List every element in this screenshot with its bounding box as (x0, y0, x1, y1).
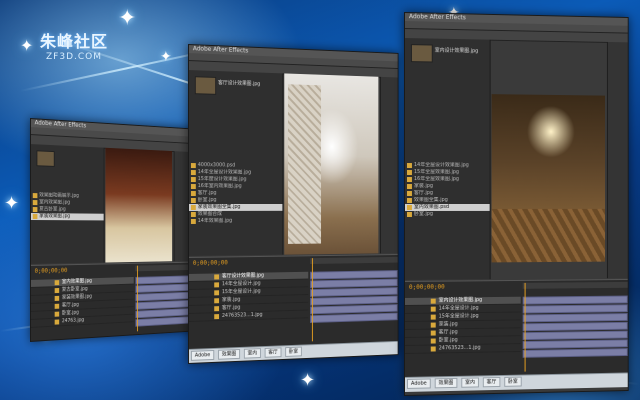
project-item-selected[interactable]: 室内效果图.psd (404, 204, 490, 211)
project-panel[interactable]: 室内设计效果图.jpg 14年全屋设计效果图.jpg 15年全屋效果图.jpg … (404, 38, 491, 280)
layer-tracks[interactable] (310, 270, 398, 324)
project-item[interactable]: 效果图全集.jpg (405, 197, 490, 204)
taskbar-item[interactable]: Adobe (406, 378, 431, 389)
project-panel[interactable]: 效果图动画展示.jpg 室内效果图.jpg 复古卧室.jpg 家装效果图.jpg (30, 144, 105, 264)
layer-bar[interactable] (310, 312, 398, 324)
composition-viewer[interactable] (491, 94, 606, 263)
taskbar-item[interactable]: 客厅 (482, 377, 501, 388)
project-panel[interactable]: 客厅设计效果图.jpg 4000x3000.psd 14年全屋设计效果图.jpg… (188, 70, 284, 256)
time-ruler[interactable] (310, 256, 398, 264)
current-time-indicator[interactable] (137, 265, 138, 332)
project-item-name: 客厅设计效果图.jpg (218, 79, 261, 88)
taskbar-item[interactable]: 室内 (461, 377, 479, 388)
layer-list[interactable]: 室内效果图.jpg 复古卧室.jpg 家装效果图.jpg 客厅.jpg 卧室.j… (30, 277, 134, 328)
layer-bar[interactable] (522, 313, 628, 323)
taskbar-item[interactable]: Adobe (190, 349, 215, 361)
info-panel[interactable] (380, 76, 399, 254)
ae-window-left[interactable]: Adobe After Effects 效果图动画展示.jpg 室内效果图.jp… (30, 118, 207, 342)
layer-list[interactable]: 客厅设计效果图.jpg 14年全屋设计.jpg 15年全屋设计.jpg 家装.j… (188, 271, 309, 322)
current-time-indicator[interactable] (524, 282, 526, 372)
project-item[interactable]: 14年效果图.jpg (189, 218, 282, 225)
layer-tracks[interactable] (522, 295, 628, 359)
timeline-panel[interactable]: 0;00;00;00 室内效果图.jpg 复古卧室.jpg 家装效果图.jpg … (30, 261, 206, 342)
render-preview-image (105, 147, 173, 263)
timecode-display[interactable]: 0;00;00;00 (35, 267, 68, 275)
project-thumbnail (36, 150, 55, 167)
project-item[interactable]: 卧室.jpg (189, 197, 282, 204)
sparkle-icon: ✦ (4, 193, 20, 214)
time-ruler[interactable] (522, 281, 628, 289)
layer-list[interactable]: 室内设计效果图.jpg 14年全屋设计.jpg 15年全屋设计.jpg 家装.j… (404, 296, 521, 354)
project-list[interactable]: 14年全屋设计效果图.jpg 15年全屋效果图.jpg 16年全屋效果图.jpg… (404, 162, 490, 218)
render-preview-image (284, 73, 379, 255)
project-list[interactable]: 4000x3000.psd 14年全屋设计效果图.jpg 15年度设计效果图.j… (188, 162, 283, 225)
site-logo: 朱峰社区 ZF3D.COM (40, 28, 108, 62)
timecode-display[interactable]: 0;00;00;00 (193, 259, 228, 267)
project-item-name: 室内设计效果图.jpg (434, 47, 479, 55)
layer-row[interactable]: 24763523...1.jpg (404, 344, 521, 354)
taskbar-item[interactable]: 客厅 (264, 347, 282, 358)
taskbar-item[interactable]: 卧室 (504, 376, 522, 387)
ae-window-middle[interactable]: Adobe After Effects 客厅设计效果图.jpg 4000x300… (188, 44, 399, 364)
taskbar-item[interactable]: 效果图 (217, 348, 240, 360)
project-thumbnail (194, 76, 217, 95)
sparkle-icon: ✦ (20, 36, 34, 55)
timecode-display[interactable]: 0;00;00;00 (409, 284, 445, 291)
composition-viewer[interactable] (284, 73, 379, 255)
taskbar-item[interactable]: 效果图 (434, 377, 458, 389)
composition-viewer[interactable] (105, 147, 173, 263)
project-thumbnail (410, 44, 433, 63)
taskbar[interactable]: Adobe 效果图 室内 客厅 卧室 (404, 372, 628, 392)
taskbar-item[interactable]: 卧室 (285, 346, 302, 357)
timeline-panel[interactable]: 0;00;00;00 室内设计效果图.jpg 14年全屋设计.jpg 15年全屋… (404, 278, 628, 378)
sparkle-icon: ✦ (160, 49, 172, 65)
layer-bar[interactable] (522, 295, 628, 305)
project-item-selected[interactable]: 家装效果图.jpg (30, 213, 104, 221)
project-list[interactable]: 效果图动画展示.jpg 室内效果图.jpg 复古卧室.jpg 家装效果图.jpg (30, 192, 104, 221)
layer-bar[interactable] (522, 304, 628, 314)
layer-bar[interactable] (522, 348, 628, 358)
logo-title: 朱峰社区 (40, 32, 109, 51)
current-time-indicator[interactable] (311, 258, 313, 342)
render-preview-image (491, 94, 606, 263)
info-panel[interactable] (606, 41, 629, 279)
taskbar-item[interactable]: 室内 (243, 348, 261, 359)
sparkle-icon: ✦ (300, 370, 316, 391)
timeline-panel[interactable]: 0;00;00;00 客厅设计效果图.jpg 14年全屋设计.jpg 15年全屋… (188, 254, 398, 350)
sparkle-icon: ✦ (118, 6, 137, 31)
layer-bar[interactable] (522, 321, 628, 332)
logo-domain: ZF3D.COM (46, 52, 102, 62)
ae-window-right[interactable]: Adobe After Effects 室内设计效果图.jpg 14年全屋设计效… (404, 12, 629, 396)
project-item[interactable]: 卧室.jpg (405, 211, 490, 218)
project-item[interactable]: 客厅.jpg (405, 190, 490, 197)
